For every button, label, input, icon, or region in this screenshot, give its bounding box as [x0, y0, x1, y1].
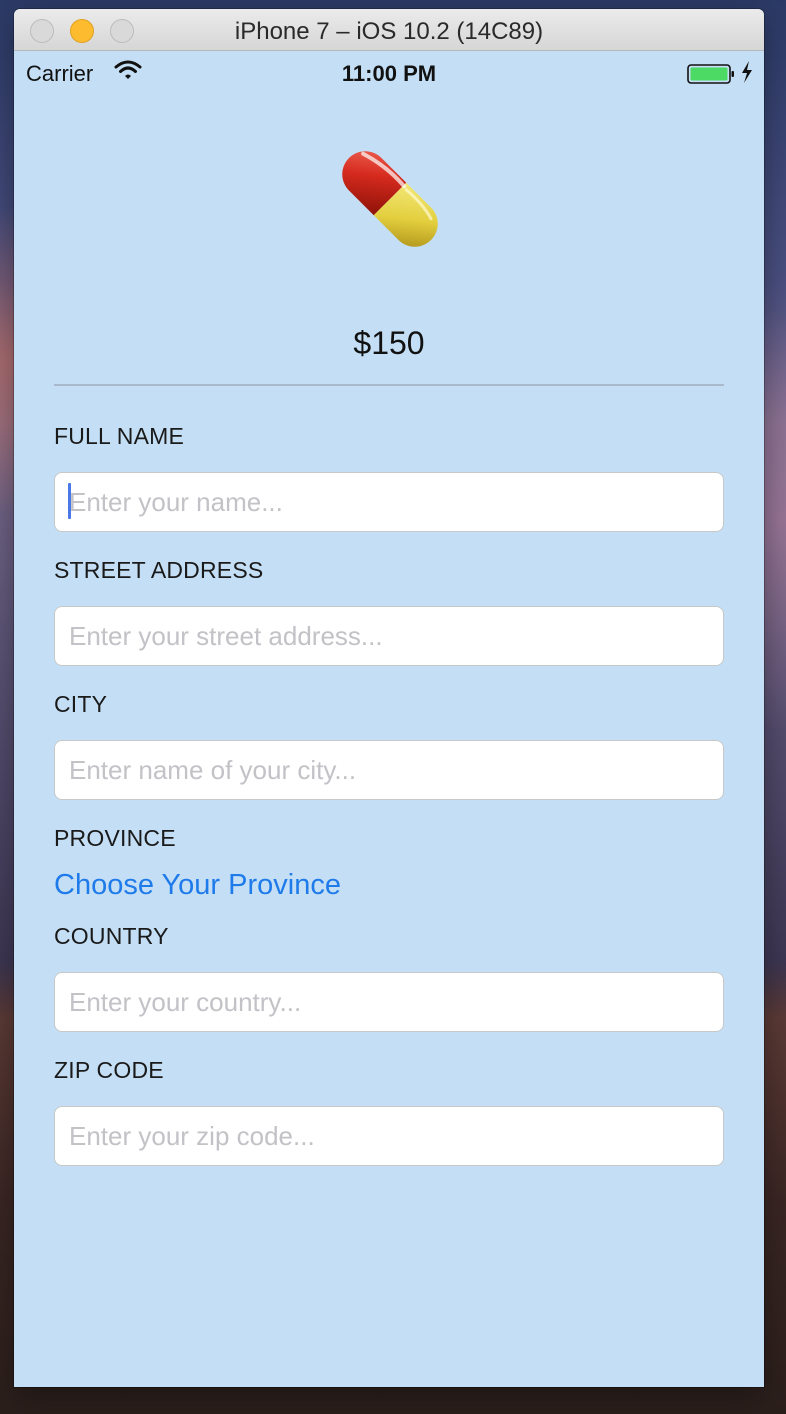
price-label: $150: [353, 325, 425, 361]
status-time: 11:00 PM: [341, 61, 437, 86]
province-label: PROVINCE: [54, 825, 176, 851]
ios-status-bar: Carrier 11:00 PM: [14, 51, 764, 91]
street-address-label: STREET ADDRESS: [54, 557, 264, 583]
charging-bolt-icon: [742, 61, 752, 83]
zip-code-input[interactable]: [54, 1106, 724, 1166]
country-input[interactable]: [54, 972, 724, 1032]
simulator-window: iPhone 7 – iOS 10.2 (14C89) Carrier 11:0…: [14, 9, 764, 1387]
full-name-input[interactable]: [54, 472, 724, 532]
city-label: CITY: [54, 691, 108, 717]
full-name-label: FULL NAME: [54, 423, 185, 449]
text-cursor: [68, 483, 71, 519]
choose-province-button[interactable]: Choose Your Province: [54, 869, 341, 902]
window-title: iPhone 7 – iOS 10.2 (14C89): [234, 18, 544, 45]
zip-code-label: ZIP CODE: [54, 1057, 164, 1083]
street-address-input[interactable]: [54, 606, 724, 666]
pill-icon: [342, 151, 438, 247]
title-bar: iPhone 7 – iOS 10.2 (14C89): [14, 9, 764, 51]
battery-icon: [687, 64, 734, 84]
divider: [54, 384, 724, 386]
city-input[interactable]: [54, 740, 724, 800]
country-label: COUNTRY: [54, 923, 169, 949]
